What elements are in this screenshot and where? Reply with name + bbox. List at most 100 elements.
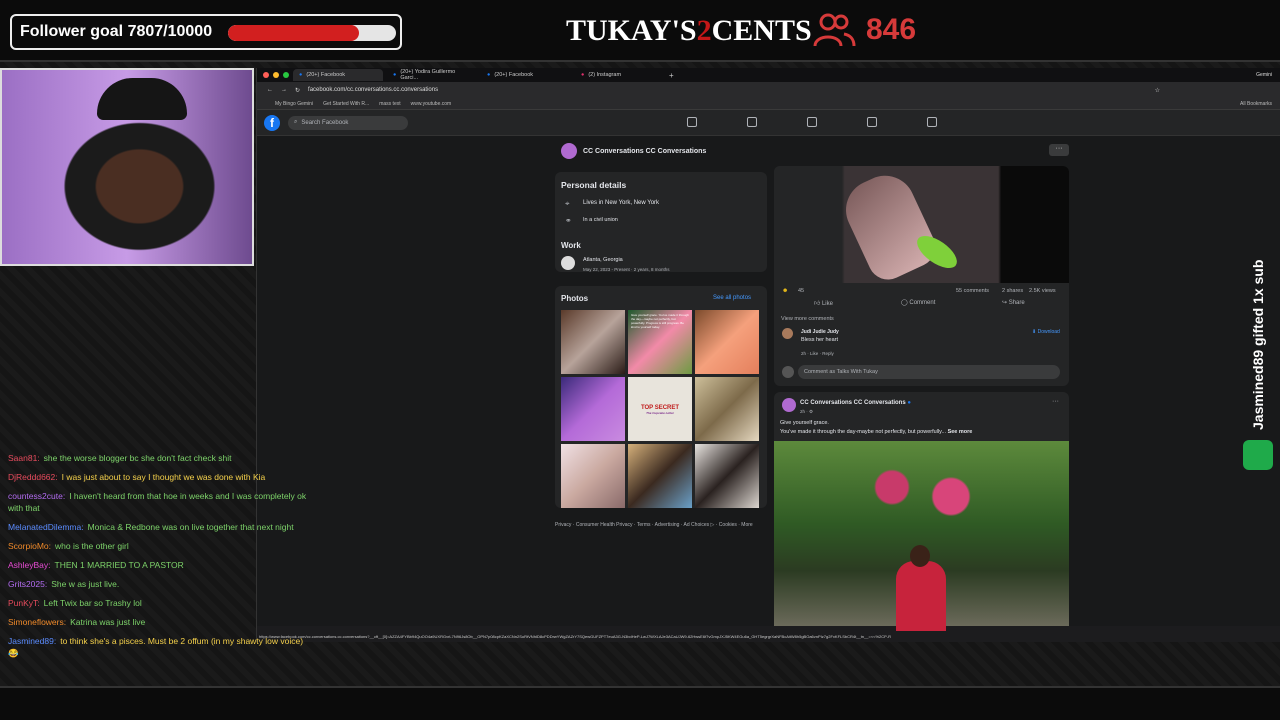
comment-input[interactable]: Comment as Talks With Tukay: [798, 365, 1060, 379]
comment-bubble-icon: ◯: [901, 300, 908, 306]
photo-thumb[interactable]: [561, 444, 625, 508]
facebook-search-input[interactable]: ⌕ Search Facebook: [288, 115, 408, 130]
chat-text: She w as just live.: [51, 579, 120, 589]
comment-button[interactable]: ◯ Comment: [901, 299, 935, 306]
post-more-icon[interactable]: ···: [1052, 398, 1059, 405]
post-time[interactable]: 2h · ⚙: [800, 409, 813, 415]
like-button[interactable]: 👍︎ Like: [814, 299, 833, 307]
download-label: Download: [1037, 329, 1060, 335]
photo-thumb[interactable]: [561, 310, 625, 374]
woman-figure-image: [896, 561, 946, 631]
browser-tab[interactable]: ● (20+) Facebook: [481, 69, 571, 81]
new-tab-icon[interactable]: +: [669, 71, 674, 80]
bookmark-item[interactable]: mass text: [379, 101, 400, 107]
see-more-link[interactable]: See more: [948, 429, 973, 435]
page-avatar[interactable]: [561, 143, 577, 159]
post-text-line-2-text: You've made it through the day-maybe not…: [780, 429, 947, 435]
gaming-icon[interactable]: [927, 117, 937, 127]
chat-message: Grits2025: She w as just live.: [8, 578, 308, 590]
reload-icon[interactable]: ↻: [295, 87, 300, 94]
view-more-comments-link[interactable]: View more comments: [781, 316, 834, 322]
tab-title: (20+) Facebook: [494, 72, 534, 78]
close-window-icon[interactable]: [263, 72, 269, 78]
commenter-name[interactable]: Judi Judie Judy: [801, 329, 839, 335]
post-author-name: CC Conversations CC Conversations: [800, 400, 906, 406]
chat-text: Katrina was just live: [70, 617, 146, 627]
facebook-logo-icon[interactable]: f: [264, 114, 280, 131]
location-pin-icon: ⌖: [565, 199, 570, 208]
tab-title: (20+) Facebook: [306, 72, 346, 78]
post-text-line-1: Give yourself grace.: [780, 420, 829, 426]
brand-suffix: CENTS: [711, 14, 812, 47]
footer-links[interactable]: Privacy · Consumer Health Privacy · Term…: [555, 522, 767, 529]
pages-icon[interactable]: [747, 117, 757, 127]
personal-details-title: Personal details: [561, 180, 627, 190]
chat-message: PunKyT: Left Twix bar so Trashy lol: [8, 597, 308, 609]
photo-thumb[interactable]: [561, 377, 625, 441]
comment-count[interactable]: 55 comments: [956, 288, 989, 294]
download-button[interactable]: ⬇ Download: [1032, 329, 1060, 335]
photo-thumb[interactable]: Give yourself grace. You've made it thro…: [628, 310, 692, 374]
more-options-icon[interactable]: ···: [1049, 144, 1069, 156]
stream-chat: Saan81: she the worse blogger bc she don'…: [8, 452, 308, 666]
post-card: CC Conversations CC Conversations ● 2h ·…: [774, 392, 1069, 631]
post-photo[interactable]: [774, 441, 1069, 631]
commenter-avatar[interactable]: [782, 328, 793, 339]
viewers-icon: [813, 13, 856, 47]
share-button[interactable]: ↪ Share: [1002, 299, 1025, 306]
share-count[interactable]: 2 shares: [1002, 288, 1023, 294]
chat-text: I was just about to say I thought we was…: [61, 472, 266, 482]
chat-username: MelanatedDilemma:: [8, 522, 84, 532]
chat-text: THEN 1 MARRIED TO A PASTOR: [54, 560, 184, 570]
marketplace-icon[interactable]: [867, 117, 877, 127]
bookmark-item[interactable]: www.youtube.com: [411, 101, 452, 107]
browser-tab[interactable]: ● (20+) Facebook: [293, 69, 383, 81]
stream-overlay-topbar: Follower goal 7807/10000 TUKAY'S2CENTS 8…: [0, 0, 1280, 62]
bookmark-item[interactable]: My Bingo Gemini: [275, 101, 313, 107]
all-bookmarks-button[interactable]: All Bookmarks: [1240, 101, 1272, 107]
browser-tab[interactable]: ● (2) Instagram: [575, 69, 665, 81]
video-icon[interactable]: [807, 117, 817, 127]
maximize-window-icon[interactable]: [283, 72, 289, 78]
back-arrow-icon[interactable]: ←: [267, 87, 273, 93]
url-field[interactable]: facebook.com/cc.conversations.cc.convers…: [308, 87, 1147, 93]
minimize-window-icon[interactable]: [273, 72, 279, 78]
thumbs-up-icon: 👍︎: [814, 301, 821, 307]
photo-thumb[interactable]: [695, 377, 759, 441]
photo-thumb[interactable]: [695, 310, 759, 374]
post-card: ☻ 45 55 comments 2 shares 2.5K views 👍︎ …: [774, 165, 1069, 386]
tab-title: (2) Instagram: [588, 72, 622, 78]
photo-thumb[interactable]: [695, 444, 759, 508]
bookmarks-bar: My Bingo Gemini Get Started With R... ma…: [257, 98, 1280, 110]
home-icon[interactable]: [687, 117, 697, 127]
photo-thumb[interactable]: [628, 444, 692, 508]
own-avatar: [782, 366, 794, 378]
stream-brand-logo: TUKAY'S2CENTS: [566, 14, 812, 48]
browser-window: ● (20+) Facebook ● (20+) Yodira Guillermo …: [256, 68, 1280, 642]
chat-text: Monica & Redbone was on live together th…: [87, 522, 294, 532]
chat-username: countess2cute:: [8, 491, 66, 501]
chat-text: she the worse blogger bc she don't fact …: [43, 453, 232, 463]
bookmark-item[interactable]: Get Started With R...: [323, 101, 369, 107]
reactions-icon[interactable]: ☻: [782, 288, 788, 294]
webcam-feed: [0, 68, 254, 266]
like-label: Like: [821, 301, 833, 307]
browser-tab-bar: ● (20+) Facebook ● (20+) Yodira Guillermo …: [257, 68, 1280, 82]
post-author[interactable]: CC Conversations CC Conversations ●: [800, 400, 911, 406]
chat-username: DjReddd662:: [8, 472, 58, 482]
browser-tab[interactable]: ● (20+) Yodira Guillermo Garci...: [387, 69, 477, 81]
gift-sub-icon: [1243, 440, 1273, 470]
comment-meta[interactable]: 2h · Like · Reply: [801, 351, 834, 356]
see-all-photos-link[interactable]: See all photos: [713, 295, 751, 301]
chat-username: PunKyT:: [8, 598, 40, 608]
status-bar-url: https://www.facebook.com/cc.conversation…: [257, 634, 1077, 642]
photo-thumb[interactable]: TOP SECRET The Cupcake Letter: [628, 377, 692, 441]
reaction-count[interactable]: 45: [798, 288, 804, 294]
star-icon[interactable]: ☆: [1155, 87, 1160, 94]
page-title[interactable]: CC Conversations CC Conversations: [583, 148, 706, 155]
forward-arrow-icon[interactable]: →: [281, 87, 287, 93]
hand-nail-image: [836, 165, 942, 287]
post-video[interactable]: [774, 165, 1069, 287]
gemini-button[interactable]: Gemini: [1256, 72, 1272, 78]
page-avatar[interactable]: [782, 398, 796, 412]
